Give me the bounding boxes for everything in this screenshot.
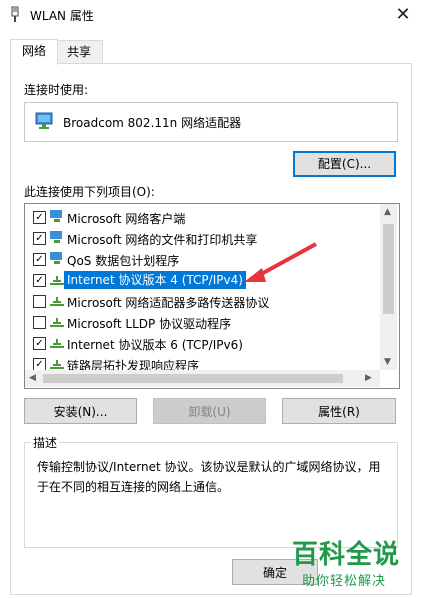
title-bar: WLAN 属性 ✕ (0, 0, 421, 30)
items-list[interactable]: ✓ Microsoft 网络客户端 ✓ Microsoft 网络的文件和打印机共… (24, 203, 400, 389)
watermark-title: 百科全说 (292, 540, 401, 570)
protocol-icon (50, 339, 64, 348)
install-button[interactable]: 安装(N)... (24, 398, 137, 424)
checkbox[interactable]: ✓ (33, 211, 46, 224)
list-item-label: Internet 协议版本 6 (TCP/IPv6) (67, 338, 243, 352)
list-item-label: Microsoft 网络客户端 (67, 212, 186, 226)
connect-using-label: 连接时使用: (24, 83, 89, 97)
list-item-label: Internet 协议版本 4 (TCP/IPv4) (64, 271, 246, 289)
list-item[interactable]: ✓ QoS 数据包计划程序 (25, 249, 379, 270)
file-sharing-icon (50, 231, 62, 243)
qos-icon (50, 252, 62, 264)
list-item-label: Microsoft LLDP 协议驱动程序 (67, 317, 232, 331)
protocol-icon (50, 297, 64, 306)
list-item[interactable]: Microsoft 网络适配器多路传送器协议 (25, 291, 379, 312)
configure-button[interactable]: 配置(C)... (293, 151, 396, 177)
protocol-icon (50, 276, 64, 285)
tab-sharing[interactable]: 共享 (56, 40, 103, 65)
annotation-arrow-icon (244, 242, 317, 282)
uninstall-button[interactable]: 卸载(U) (153, 398, 266, 424)
tab-network[interactable]: 网络 (10, 39, 58, 65)
tab-strip: 网络 共享 (0, 39, 421, 65)
checkbox[interactable]: ✓ (33, 253, 46, 266)
scroll-down-icon[interactable]: ▼ (384, 357, 391, 367)
checkbox[interactable] (33, 316, 46, 329)
checkbox[interactable] (33, 295, 46, 308)
horizontal-scroll-thumb[interactable] (43, 374, 343, 383)
checkbox[interactable]: ✓ (33, 337, 46, 350)
list-item-label: Microsoft 网络的文件和打印机共享 (67, 233, 258, 247)
watermark-subtitle: 助你轻松解决 (302, 574, 387, 589)
list-item-label: QoS 数据包计划程序 (67, 254, 180, 268)
network-adapter-icon (35, 112, 53, 129)
list-item[interactable]: ✓ Microsoft 网络的文件和打印机共享 (25, 228, 379, 249)
close-button[interactable]: ✕ (385, 0, 421, 30)
scroll-left-icon[interactable]: ◀ (29, 373, 36, 383)
protocol-icon (50, 318, 64, 327)
checkbox[interactable]: ✓ (33, 274, 46, 287)
watermark: 百科全说 助你轻松解决 (288, 530, 418, 594)
wlan-adapter-icon (11, 6, 19, 22)
list-item[interactable]: Microsoft LLDP 协议驱动程序 (25, 312, 379, 333)
window-title: WLAN 属性 (30, 9, 94, 23)
list-item-selected[interactable]: ✓ Internet 协议版本 4 (TCP/IPv4) (25, 270, 379, 291)
close-icon: ✕ (395, 4, 411, 25)
properties-button[interactable]: 属性(R) (282, 398, 396, 424)
protocol-icon (50, 360, 64, 369)
vertical-scroll-thumb[interactable] (383, 224, 394, 314)
adapter-box: Broadcom 802.11n 网络适配器 (24, 102, 398, 142)
adapter-name: Broadcom 802.11n 网络适配器 (63, 116, 242, 130)
list-item-label: Microsoft 网络适配器多路传送器协议 (67, 296, 270, 310)
list-item[interactable]: ✓ Internet 协议版本 6 (TCP/IPv6) (25, 333, 379, 354)
scroll-right-icon[interactable]: ▶ (365, 373, 372, 383)
items-label: 此连接使用下列项目(O): (24, 185, 155, 199)
checkbox[interactable]: ✓ (33, 232, 46, 245)
list-item[interactable]: ✓ Microsoft 网络客户端 (25, 207, 379, 228)
scroll-up-icon[interactable]: ▲ (384, 207, 391, 217)
description-title: 描述 (31, 434, 60, 451)
client-icon (50, 210, 62, 222)
description-text: 传输控制协议/Internet 协议。该协议是默认的广域网络协议，用于在不同的相… (37, 460, 381, 494)
vertical-scrollbar[interactable]: ▲ ▼ (380, 204, 397, 370)
horizontal-scrollbar[interactable]: ◀ ▶ (25, 370, 380, 387)
